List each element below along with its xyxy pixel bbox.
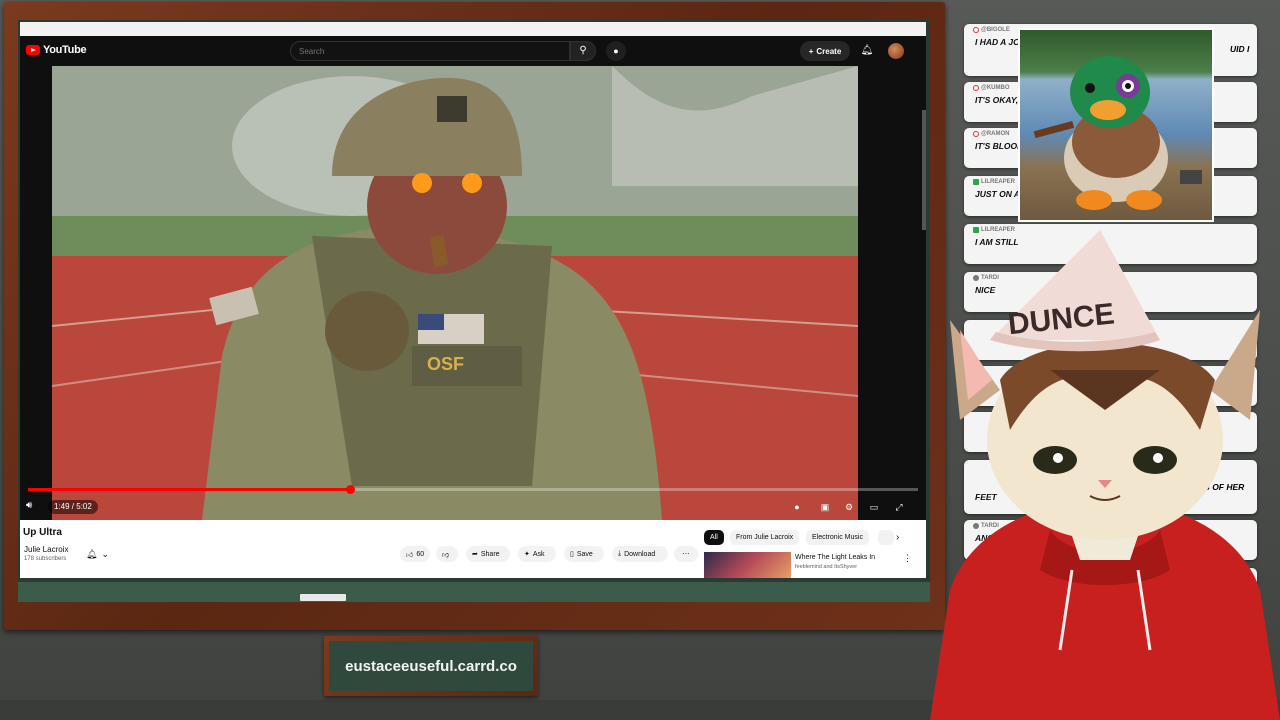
progress-played — [28, 488, 351, 491]
browser-window: YouTube ⚲ ● + Create 🔔︎ — [20, 22, 926, 578]
youtube-badge-icon — [973, 85, 979, 91]
url-plate: eustaceeuseful.carrd.co — [324, 636, 538, 696]
chalk-eraser — [300, 594, 346, 601]
create-button[interactable]: + Create — [800, 41, 850, 61]
page-scrollbar[interactable] — [922, 110, 926, 230]
chat-username: @KUMBO — [981, 85, 1010, 91]
chat-username-row: @BIGOLE — [973, 27, 1010, 33]
youtube-header: YouTube ⚲ ● + Create 🔔︎ — [20, 36, 926, 66]
chat-username: @RAMON — [981, 131, 1010, 137]
notifications-button[interactable]: 🔔︎ — [858, 42, 876, 60]
player-controls: 🔊︎ 1:49 / 5:02 ● ▣ ⚙ ▭ ⤢ — [20, 496, 926, 518]
account-avatar[interactable] — [888, 43, 904, 59]
fullscreen-icon[interactable]: ⤢ — [892, 500, 906, 514]
like-button[interactable]: 👍︎ 60 — [400, 546, 430, 562]
sparkle-icon: ✦ — [524, 551, 530, 558]
browser-tabstrip — [20, 22, 926, 36]
search-button[interactable]: ⚲ — [570, 41, 596, 61]
theater-mode-icon[interactable]: ▭ — [867, 500, 881, 514]
captions-icon[interactable]: ▣ — [818, 500, 832, 514]
channel-name[interactable]: Julie Lacroix — [24, 545, 68, 554]
video-player[interactable]: OSF 🔊︎ 1:49 / 5:02 ● ▣ ⚙ ▭ ⤢ — [20, 66, 926, 520]
microphone-icon: ● — [613, 46, 619, 56]
video-image: OSF — [52, 66, 858, 520]
search-input[interactable] — [299, 45, 559, 57]
youtube-play-icon — [26, 45, 40, 55]
youtube-badge-icon — [973, 27, 979, 33]
thumbs-down-icon: 👎︎ — [442, 551, 450, 559]
share-icon: ➦ — [472, 551, 478, 558]
youtube-logo[interactable]: YouTube — [26, 44, 87, 56]
bookmark-icon: ▯ — [570, 551, 574, 558]
progress-bar[interactable] — [28, 485, 918, 494]
recommendation-title[interactable]: Where The Light Leaks In — [795, 554, 875, 561]
video-info: Up Ultra Julie Lacroix 178 subscribers 🔔… — [20, 520, 926, 578]
voice-search-button[interactable]: ● — [606, 41, 626, 61]
subscription-bell-button[interactable]: 🔔︎ ⌄ — [86, 547, 118, 561]
ask-label: Ask — [532, 550, 545, 558]
vtuber-cat-avatar: DUNCE — [930, 230, 1280, 720]
chat-username-row: LILREAPER — [973, 179, 1015, 185]
chat-username-row: @RAMON — [973, 131, 1010, 137]
ask-button[interactable]: ✦ Ask — [518, 546, 556, 562]
volume-icon[interactable]: 🔊︎ — [26, 500, 40, 514]
download-button[interactable]: ⤓ Download — [612, 546, 668, 562]
recommendation-channels: feeblemind and ItsShyver — [795, 564, 858, 570]
dislike-button[interactable]: 👎︎ — [436, 546, 458, 562]
search-icon: ⚲ — [579, 45, 587, 56]
duck-plush-image — [1033, 56, 1202, 210]
chat-username: @BIGOLE — [981, 27, 1010, 33]
plus-icon: + — [808, 46, 814, 56]
share-label: Share — [480, 550, 500, 558]
time-display: 1:49 / 5:02 — [48, 500, 98, 514]
more-dots-icon: ⋯ — [682, 551, 690, 558]
settings-gear-icon[interactable]: ⚙ — [842, 500, 856, 514]
subscriber-count: 178 subscribers — [24, 556, 67, 562]
chat-username-row: @KUMBO — [973, 85, 1010, 91]
download-icon: ⤓ — [618, 550, 622, 557]
thumbs-up-icon: 👍︎ — [406, 551, 414, 559]
save-label: Save — [576, 550, 593, 558]
like-count: 60 — [416, 550, 425, 558]
kick-badge-icon — [973, 179, 979, 185]
cat-avatar-image: DUNCE — [930, 230, 1280, 720]
search-box — [290, 41, 570, 61]
duck-plush-photo — [1018, 28, 1214, 222]
url-plate-board: eustaceeuseful.carrd.co — [329, 641, 533, 691]
chat-text-tail: UID I — [1230, 44, 1250, 54]
video-frame[interactable]: OSF — [52, 66, 858, 520]
chevron-down-icon: ⌄ — [101, 548, 109, 559]
download-label: Download — [624, 550, 656, 558]
url-text: eustaceeuseful.carrd.co — [345, 657, 517, 675]
chip-electronic-music[interactable]: Electronic Music — [806, 530, 869, 545]
bell-icon: 🔔︎ — [86, 548, 98, 559]
video-title: Up Ultra — [23, 527, 62, 538]
chip-next[interactable] — [878, 530, 894, 545]
chip-all[interactable]: All — [704, 530, 724, 545]
create-label: Create — [816, 46, 842, 56]
youtube-badge-icon — [973, 131, 979, 137]
chevron-right-icon[interactable]: › — [896, 532, 899, 543]
svg-text:OSF: OSF — [427, 354, 464, 374]
share-button[interactable]: ➦ Share — [466, 546, 510, 562]
more-actions-button[interactable]: ⋯ — [674, 546, 698, 562]
recommendation-menu-icon[interactable]: ⋮ — [903, 553, 912, 564]
autoplay-toggle-icon[interactable]: ● — [790, 500, 804, 514]
chat-username: LILREAPER — [981, 179, 1016, 185]
chip-from-channel[interactable]: From Julie Lacroix — [730, 530, 800, 545]
recommendation-thumbnail[interactable] — [704, 552, 791, 578]
bell-icon: 🔔︎ — [860, 45, 874, 56]
chalk-ledge — [18, 582, 930, 602]
youtube-logo-text: YouTube — [43, 44, 87, 56]
save-button[interactable]: ▯ Save — [564, 546, 604, 562]
